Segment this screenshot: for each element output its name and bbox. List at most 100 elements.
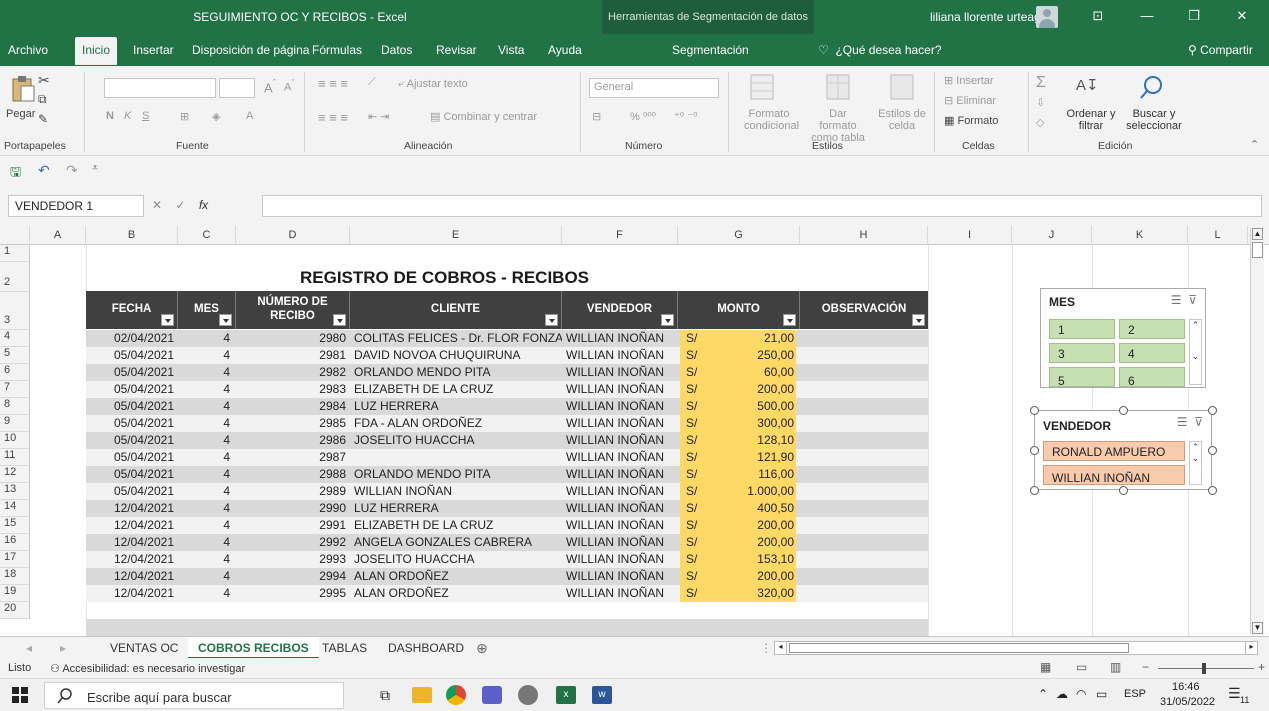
tab-ayuda[interactable]: Ayuda: [548, 43, 582, 57]
slicer-scrollbar[interactable]: ⌃ ⌄: [1189, 319, 1202, 385]
tab-archivo[interactable]: Archivo: [8, 43, 48, 57]
cell-recibo[interactable]: 2987: [236, 449, 346, 466]
enter-icon[interactable]: ✓: [175, 198, 185, 212]
cell-vendedor[interactable]: WILLIAN INOÑAN: [566, 415, 678, 432]
select-all-corner[interactable]: [0, 226, 30, 245]
cell-mes[interactable]: 4: [178, 347, 230, 364]
cell-recibo[interactable]: 2983: [236, 381, 346, 398]
row-header[interactable]: 12: [0, 466, 30, 483]
table-row[interactable]: 05/04/2021 4 2984 LUZ HERRERA WILLIAN INOÑAN…: [86, 398, 928, 415]
zoom-slider[interactable]: [1158, 668, 1254, 669]
cell-observacion[interactable]: [800, 534, 928, 551]
find-select-icon[interactable]: [1138, 74, 1166, 102]
word-icon[interactable]: w: [592, 686, 612, 704]
cell-mes[interactable]: 4: [178, 568, 230, 585]
slicer-vendedor[interactable]: VENDEDOR ☰ ⊽ RONALD AMPUERO WILLIAN INOÑ…: [1034, 410, 1212, 490]
cell-currency[interactable]: S/: [680, 534, 710, 551]
slicer-item[interactable]: WILLIAN INOÑAN: [1043, 465, 1185, 485]
wifi-icon[interactable]: ◠: [1076, 687, 1086, 701]
row-header[interactable]: 10: [0, 432, 30, 449]
user-avatar[interactable]: [1036, 6, 1058, 28]
cell-currency[interactable]: S/: [680, 415, 710, 432]
page-layout-icon[interactable]: ▭: [1076, 660, 1087, 674]
row-header[interactable]: 16: [0, 534, 30, 551]
cell-observacion[interactable]: [800, 585, 928, 602]
autosum-icon[interactable]: Σ: [1036, 74, 1046, 92]
slicer-item[interactable]: 1: [1049, 319, 1115, 339]
scroll-down-icon[interactable]: ▼: [1252, 622, 1263, 634]
cell-cliente[interactable]: [354, 449, 562, 466]
tab-revisar[interactable]: Revisar: [436, 43, 477, 57]
cell-monto[interactable]: 400,50: [710, 500, 796, 517]
cell-currency[interactable]: S/: [680, 517, 710, 534]
cell-recibo[interactable]: 2985: [236, 415, 346, 432]
cell-recibo[interactable]: 2984: [236, 398, 346, 415]
undo-icon[interactable]: ↶: [38, 162, 50, 179]
cell-mes[interactable]: 4: [178, 534, 230, 551]
cell-monto[interactable]: 200,00: [710, 534, 796, 551]
tab-dashboard[interactable]: DASHBOARD: [388, 637, 464, 659]
cell-vendedor[interactable]: WILLIAN INOÑAN: [566, 347, 678, 364]
tab-insertar[interactable]: Insertar: [133, 43, 174, 57]
table-row[interactable]: 05/04/2021 4 2985 FDA - ALAN ORDOÑEZ WILLIAN…: [86, 415, 928, 432]
formula-input[interactable]: [262, 195, 1262, 217]
cell-currency[interactable]: S/: [680, 568, 710, 585]
share-button[interactable]: ⚲ Compartir: [1188, 43, 1253, 57]
customize-qat-icon[interactable]: ⩡: [92, 162, 98, 175]
cell-recibo[interactable]: 2991: [236, 517, 346, 534]
column-header[interactable]: H: [800, 226, 928, 245]
cell-vendedor[interactable]: WILLIAN INOÑAN: [566, 398, 678, 415]
taskbar-search[interactable]: Escribe aquí para buscar: [44, 682, 344, 709]
zoom-out-icon[interactable]: −: [1142, 660, 1149, 674]
increase-font-icon[interactable]: Aˆ: [264, 78, 276, 95]
cell-cliente[interactable]: LUZ HERRERA: [354, 398, 562, 415]
number-format-select[interactable]: General: [589, 78, 719, 98]
table-row[interactable]: 05/04/2021 4 2988 ORLANDO MENDO PITA WILLIAN…: [86, 466, 928, 483]
cell-currency[interactable]: S/: [680, 500, 710, 517]
accessibility-status[interactable]: ⚇ Accesibilidad: es necesario investigar: [50, 662, 245, 675]
cell-fecha[interactable]: 05/04/2021: [86, 381, 174, 398]
scroll-up-icon[interactable]: ▲: [1252, 228, 1263, 240]
cell-recibo[interactable]: 2981: [236, 347, 346, 364]
cell-vendedor[interactable]: WILLIAN INOÑAN: [566, 585, 678, 602]
cell-observacion[interactable]: [800, 381, 928, 398]
row-header[interactable]: 11: [0, 449, 30, 466]
cell-recibo[interactable]: 2990: [236, 500, 346, 517]
horizontal-scroll-thumb[interactable]: [789, 643, 1129, 653]
fx-icon[interactable]: fx: [199, 198, 208, 212]
cell-mes[interactable]: 4: [178, 483, 230, 500]
cell-vendedor[interactable]: WILLIAN INOÑAN: [566, 381, 678, 398]
resize-handle[interactable]: [1030, 486, 1039, 495]
copy-icon[interactable]: ⧉: [38, 92, 47, 107]
tab-vista[interactable]: Vista: [498, 43, 524, 57]
cell-styles-label[interactable]: Estilos de celda: [874, 108, 930, 132]
cell-monto[interactable]: 200,00: [710, 568, 796, 585]
cell-mes[interactable]: 4: [178, 432, 230, 449]
cell-currency[interactable]: S/: [680, 551, 710, 568]
cell-monto[interactable]: 153,10: [710, 551, 796, 568]
bold-button[interactable]: N: [106, 110, 114, 122]
resize-handle[interactable]: [1030, 406, 1039, 415]
cell-mes[interactable]: 4: [178, 449, 230, 466]
cell-fecha[interactable]: 12/04/2021: [86, 534, 174, 551]
tab-tablas[interactable]: TABLAS: [322, 637, 367, 659]
cell-cliente[interactable]: ELIZABETH DE LA CRUZ: [354, 517, 562, 534]
cell-mes[interactable]: 4: [178, 381, 230, 398]
cond-format-label[interactable]: Formato condicional: [744, 108, 799, 132]
cell-currency[interactable]: S/: [680, 432, 710, 449]
cell-mes[interactable]: 4: [178, 585, 230, 602]
table-row[interactable]: 12/04/2021 4 2992 ANGELA GONZALES CABRERA WI…: [86, 534, 928, 551]
minimize-button[interactable]: —: [1137, 8, 1157, 26]
tray-chevron-icon[interactable]: ⌃: [1038, 687, 1048, 701]
slicer-item[interactable]: RONALD AMPUERO: [1043, 441, 1185, 461]
find-select-label[interactable]: Buscar y seleccionar: [1124, 108, 1184, 132]
cell-vendedor[interactable]: WILLIAN INOÑAN: [566, 330, 678, 347]
insert-cells-button[interactable]: ⊞ Insertar: [944, 74, 994, 87]
table-row[interactable]: 02/04/2021 4 2980 COLITAS FELICES - Dr. FLO…: [86, 330, 928, 347]
close-button[interactable]: ✕: [1232, 8, 1252, 26]
chrome-icon[interactable]: [446, 685, 466, 705]
resize-handle[interactable]: [1208, 406, 1217, 415]
cell-recibo[interactable]: 2993: [236, 551, 346, 568]
orientation-icon[interactable]: ⟋: [368, 76, 376, 89]
ribbon-display-icon[interactable]: ⊡: [1088, 8, 1108, 26]
